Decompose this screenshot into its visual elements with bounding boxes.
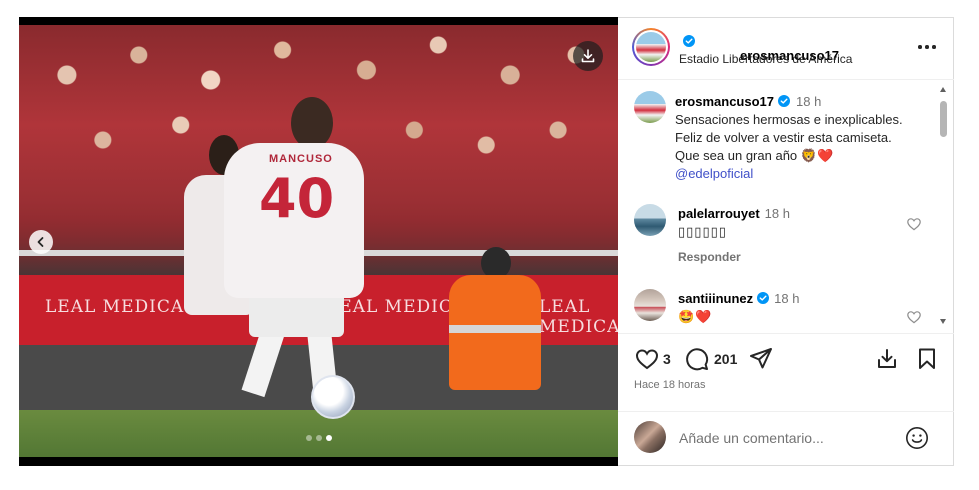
comment-text: ▯▯▯▯▯▯ (678, 224, 727, 239)
emoji-smiley-icon[interactable] (905, 426, 929, 450)
banner-text: LEAL MEDICA (45, 297, 185, 317)
comment-avatar[interactable] (634, 289, 666, 321)
share-paper-plane-icon[interactable] (748, 346, 774, 372)
carousel-dot-active (326, 435, 332, 441)
pitch-grass (19, 410, 618, 457)
comment-bubble-icon[interactable] (684, 346, 710, 372)
comments-list[interactable]: erosmancuso17 18 h Sensaciones hermosas e… (618, 81, 954, 333)
reply-button[interactable]: Responder (678, 250, 741, 264)
comment-time[interactable]: 18 h (774, 291, 799, 306)
avatar (636, 32, 666, 62)
current-user-avatar (634, 421, 666, 453)
verified-badge-icon (757, 292, 770, 304)
comment-username[interactable]: palelarrouyet (678, 206, 760, 221)
scroll-thumb[interactable] (940, 101, 947, 137)
post-timestamp[interactable]: Hace 18 horas (634, 379, 706, 391)
caption-avatar[interactable] (634, 91, 666, 123)
more-dots-icon (918, 45, 922, 49)
like-heart-icon[interactable] (634, 346, 660, 372)
like-comment-heart-icon[interactable] (906, 216, 922, 232)
more-options-button[interactable] (917, 36, 937, 56)
caption-text: Sensaciones hermosas e inexplicables. Fe… (675, 112, 903, 163)
post-caption: erosmancuso17 18 h Sensaciones hermosas e… (675, 93, 937, 183)
scroll-up-arrow-icon[interactable] (940, 87, 946, 92)
soccer-ball (311, 375, 355, 419)
download-button[interactable] (573, 41, 603, 71)
header-username-row: erosmancuso17 (679, 33, 839, 63)
story-ring[interactable] (632, 28, 670, 66)
verified-badge-icon (683, 35, 695, 47)
comment-header: palelarrouyet 18 h (678, 206, 790, 221)
jersey-name: MANCUSO (269, 153, 333, 165)
mention-link[interactable]: @edelpoficial (675, 165, 753, 183)
carousel-dot (316, 435, 322, 441)
location-link[interactable]: Estadio Libertadores de América (679, 52, 852, 66)
comment-time[interactable]: 18 h (765, 206, 790, 221)
carousel-indicator (306, 435, 332, 441)
jersey-number: 40 (259, 167, 335, 230)
more-dots-icon (925, 45, 929, 49)
chevron-left-icon (37, 237, 44, 247)
verified-badge-icon (778, 95, 790, 107)
banner-text: LEAL MEDICA (327, 297, 467, 317)
caption-time[interactable]: 18 h (796, 94, 821, 109)
bookmark-icon[interactable] (914, 346, 940, 372)
scroll-down-arrow-icon[interactable] (940, 319, 946, 324)
post-side-panel: erosmancuso17 Estadio Libertadores de Am… (618, 17, 954, 466)
comments-count[interactable]: 201 (714, 351, 737, 367)
comment-username[interactable]: santiiinunez (678, 291, 753, 306)
steward-vest-stripe (449, 325, 541, 333)
banner-text: LEAL MEDICA (539, 297, 618, 337)
more-dots-icon (932, 45, 936, 49)
likes-count[interactable]: 3 (663, 351, 671, 367)
carousel-dot (306, 435, 312, 441)
player-head (291, 97, 333, 149)
comments-scrollbar[interactable] (939, 87, 948, 324)
caption-username[interactable]: erosmancuso17 (675, 94, 774, 109)
post-header: erosmancuso17 Estadio Libertadores de Am… (618, 18, 954, 80)
post-photo: LEAL MEDICA LEAL MEDICA LEAL MEDICA MANC… (19, 25, 618, 457)
add-comment-bar (618, 411, 954, 467)
post-media[interactable]: LEAL MEDICA LEAL MEDICA LEAL MEDICA MANC… (19, 17, 618, 466)
comment-text: 🤩❤️ (678, 309, 713, 324)
previous-image-button[interactable] (29, 230, 53, 254)
like-comment-heart-icon[interactable] (906, 309, 922, 325)
save-download-icon[interactable] (874, 346, 900, 372)
comment-avatar[interactable] (634, 204, 666, 236)
comment-input[interactable] (679, 428, 889, 448)
comment-header: santiiinunez 18 h (678, 291, 799, 306)
download-icon (581, 49, 595, 63)
